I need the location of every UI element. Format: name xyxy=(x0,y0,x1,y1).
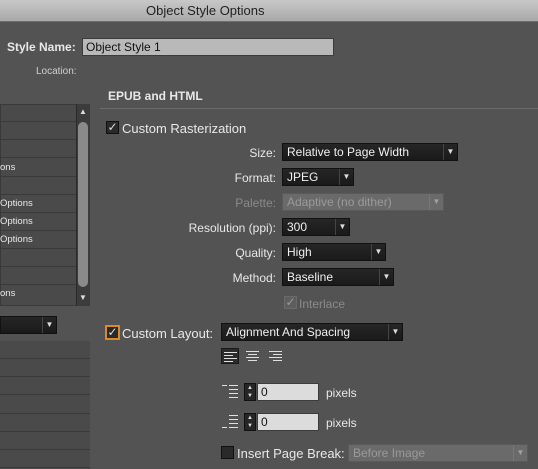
insert-page-break-label: Insert Page Break: xyxy=(237,446,345,461)
palette-label: Palette: xyxy=(235,196,276,210)
chevron-down-icon: ▼ xyxy=(339,169,353,185)
window-title: Object Style Options xyxy=(146,3,265,18)
list-item[interactable] xyxy=(0,450,90,468)
category-list-item[interactable]: Options xyxy=(0,231,76,249)
category-list-item[interactable] xyxy=(0,104,76,122)
chevron-down-icon: ▼ xyxy=(371,244,385,260)
chevron-down-icon: ▼ xyxy=(335,219,349,235)
insert-page-break-checkbox[interactable] xyxy=(221,446,234,459)
custom-rasterization-label: Custom Rasterization xyxy=(122,121,247,136)
list-item[interactable] xyxy=(0,396,90,414)
scroll-up-arrow-icon[interactable]: ▲ xyxy=(79,107,87,116)
align-left-button[interactable] xyxy=(221,348,239,364)
chevron-down-icon: ▼ xyxy=(42,317,56,333)
section-divider xyxy=(100,108,538,109)
space-after-unit: pixels xyxy=(326,416,357,430)
resolution-dropdown[interactable]: 300 ▼ xyxy=(282,218,350,236)
format-dropdown[interactable]: JPEG ▼ xyxy=(282,168,354,186)
checkmark-icon: ✓ xyxy=(285,295,296,309)
chevron-down-icon: ▼ xyxy=(429,194,443,210)
space-before-input[interactable]: 0 xyxy=(257,383,319,401)
list-item[interactable] xyxy=(0,359,90,377)
stepper-down-icon[interactable]: ▼ xyxy=(245,392,255,400)
align-left-icon xyxy=(222,349,238,363)
chevron-down-icon: ▼ xyxy=(443,144,457,160)
style-name-label: Style Name: xyxy=(7,40,76,54)
space-before-unit: pixels xyxy=(326,386,357,400)
quality-label: Quality: xyxy=(235,246,276,260)
custom-layout-dropdown[interactable]: Alignment And Spacing ▼ xyxy=(221,323,403,341)
size-label: Size: xyxy=(249,146,276,160)
method-dropdown[interactable]: Baseline ▼ xyxy=(282,268,394,286)
custom-layout-checkbox[interactable]: ✓ xyxy=(106,326,119,339)
page-break-dropdown[interactable]: Before Image ▼ xyxy=(348,444,528,462)
location-label: Location: xyxy=(36,66,77,77)
resolution-label: Resolution (ppi): xyxy=(188,221,276,235)
title-bar: Object Style Options xyxy=(0,0,538,22)
style-name-field[interactable]: Object Style 1 xyxy=(82,38,334,56)
category-list-item[interactable]: ons xyxy=(0,285,76,303)
checkmark-icon: ✓ xyxy=(107,325,118,339)
size-dropdown[interactable]: Relative to Page Width ▼ xyxy=(282,143,458,161)
interlace-checkbox[interactable]: ✓ xyxy=(284,296,297,309)
category-list-item[interactable]: Options xyxy=(0,195,76,213)
category-list-rows: ons Options Options Options ons xyxy=(0,104,76,306)
category-list-item[interactable]: ons xyxy=(0,159,76,177)
stepper-up-icon[interactable]: ▲ xyxy=(245,414,255,422)
category-list-item[interactable]: Options xyxy=(0,213,76,231)
palette-dropdown[interactable]: Adaptive (no dither) ▼ xyxy=(282,193,444,211)
scroll-down-arrow-icon[interactable]: ▼ xyxy=(79,293,87,302)
align-center-button[interactable] xyxy=(244,348,262,364)
format-label: Format: xyxy=(234,171,276,185)
space-before-stepper[interactable]: ▲ ▼ xyxy=(244,383,256,401)
chevron-down-icon: ▼ xyxy=(513,445,527,461)
stepper-up-icon[interactable]: ▲ xyxy=(245,384,255,392)
left-dropdown[interactable]: ▼ xyxy=(0,316,57,334)
category-list-item[interactable] xyxy=(0,177,76,195)
list-item[interactable] xyxy=(0,377,90,395)
list-item[interactable] xyxy=(0,414,90,432)
scrollbar-thumb[interactable] xyxy=(78,122,88,287)
category-list-item[interactable] xyxy=(0,140,76,158)
quality-dropdown[interactable]: High ▼ xyxy=(282,243,386,261)
stepper-down-icon[interactable]: ▼ xyxy=(245,422,255,430)
custom-layout-label: Custom Layout: xyxy=(122,326,214,341)
category-list-item[interactable] xyxy=(0,122,76,140)
space-before-icon xyxy=(222,384,240,400)
space-after-stepper[interactable]: ▲ ▼ xyxy=(244,413,256,431)
list-item[interactable] xyxy=(0,341,90,359)
lower-list[interactable] xyxy=(0,341,90,469)
section-title: EPUB and HTML xyxy=(108,89,203,103)
chevron-down-icon: ▼ xyxy=(388,324,402,340)
align-center-icon xyxy=(244,348,262,364)
space-after-icon xyxy=(222,414,240,430)
category-list-item[interactable] xyxy=(0,249,76,267)
checkmark-icon: ✓ xyxy=(107,120,118,134)
interlace-label: Interlace xyxy=(299,297,346,311)
align-right-icon xyxy=(267,348,285,364)
category-list-item[interactable] xyxy=(0,267,76,285)
space-after-input[interactable]: 0 xyxy=(257,413,319,431)
chevron-down-icon: ▼ xyxy=(379,269,393,285)
align-right-button[interactable] xyxy=(267,348,285,364)
custom-rasterization-checkbox[interactable]: ✓ xyxy=(106,121,119,134)
list-item[interactable] xyxy=(0,432,90,450)
method-label: Method: xyxy=(232,271,276,285)
